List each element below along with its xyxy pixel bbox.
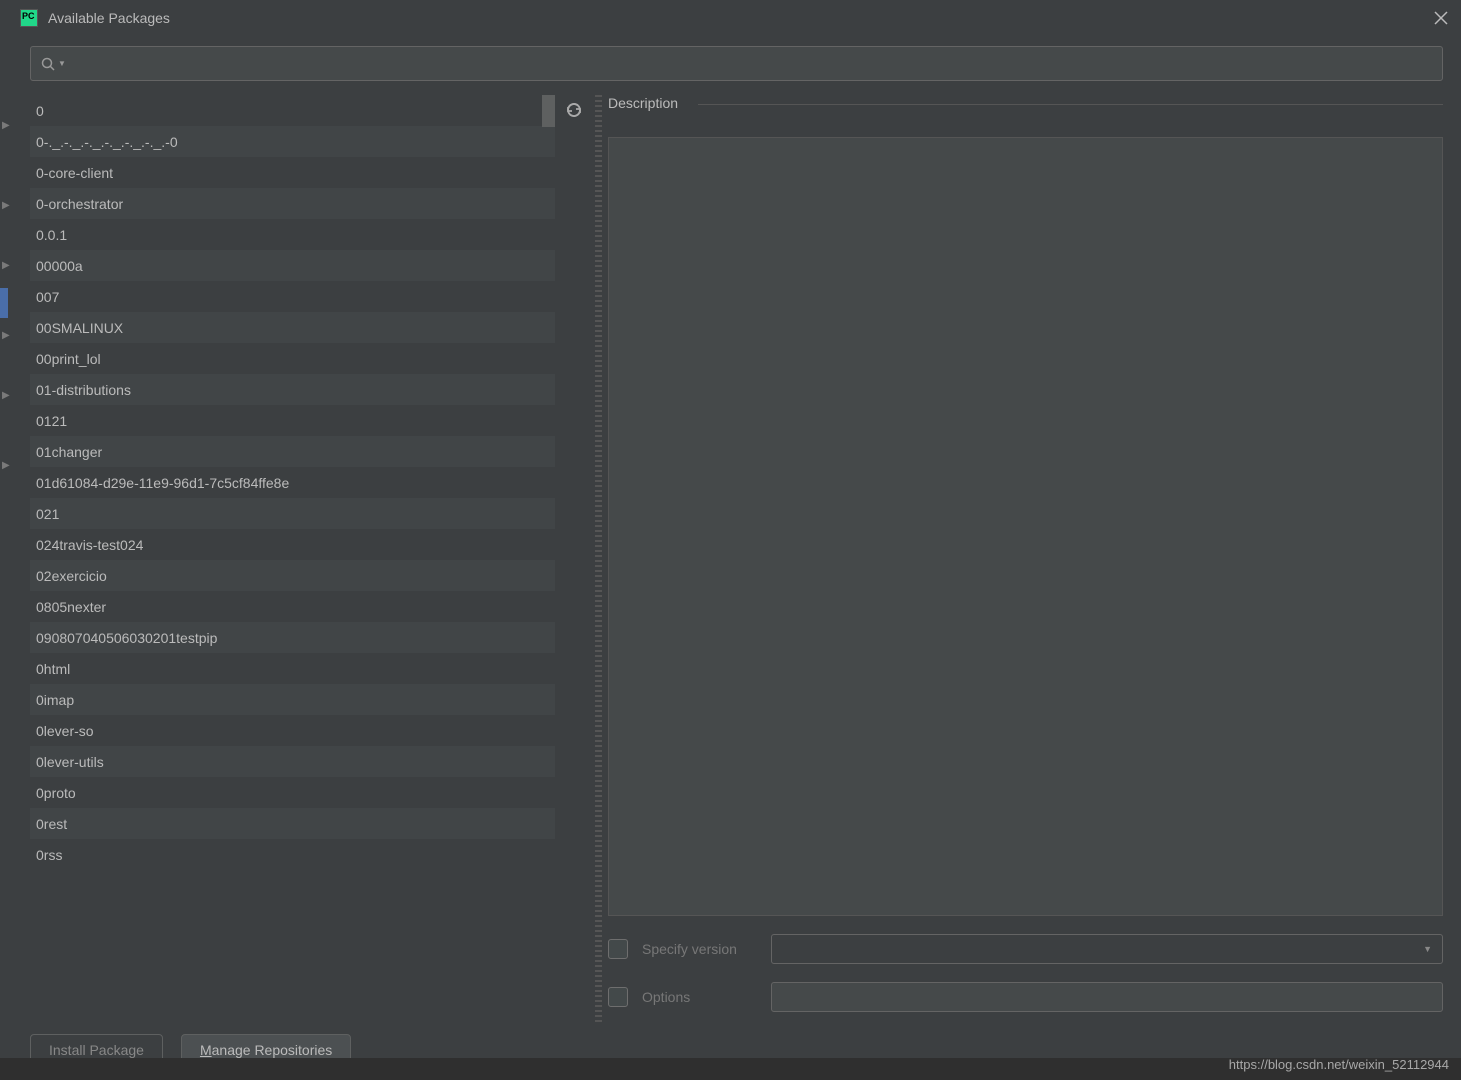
package-row[interactable]: 00SMALINUX — [30, 312, 555, 343]
options-input[interactable] — [771, 982, 1443, 1012]
close-button[interactable] — [1429, 6, 1453, 30]
description-label: Description — [608, 95, 683, 111]
refresh-button[interactable] — [565, 101, 585, 121]
package-row[interactable]: 00print_lol — [30, 343, 555, 374]
package-row[interactable]: 024travis-test024 — [30, 529, 555, 560]
package-row[interactable]: 0121 — [30, 405, 555, 436]
search-icon — [41, 57, 55, 71]
package-row[interactable]: 0html — [30, 653, 555, 684]
specify-version-checkbox[interactable] — [608, 939, 628, 959]
package-row[interactable]: 01changer — [30, 436, 555, 467]
install-options: Specify version ▼ Options — [608, 916, 1443, 1022]
package-row[interactable]: 01-distributions — [30, 374, 555, 405]
gutter-highlight — [0, 288, 8, 318]
chevron-down-icon: ▼ — [1423, 944, 1432, 954]
fold-arrow-icon: ▶ — [2, 260, 10, 271]
package-row[interactable]: 01d61084-d29e-11e9-96d1-7c5cf84ffe8e — [30, 467, 555, 498]
package-row[interactable]: 0-core-client — [30, 157, 555, 188]
fold-arrow-icon: ▶ — [2, 200, 10, 211]
options-label: Options — [642, 989, 757, 1005]
specify-version-label: Specify version — [642, 941, 757, 957]
fold-arrow-icon: ▶ — [2, 330, 10, 341]
fold-arrow-icon: ▶ — [2, 390, 10, 401]
install-package-label: Install Package — [49, 1042, 144, 1058]
package-row[interactable]: 0805nexter — [30, 591, 555, 622]
refresh-column — [555, 95, 595, 1022]
package-row[interactable]: 0-orchestrator — [30, 188, 555, 219]
fold-arrow-icon: ▶ — [2, 460, 10, 471]
search-row: ▼ — [12, 36, 1461, 85]
package-list-panel: 00-._.-._.-._.-._.-._.-._.-00-core-clien… — [30, 95, 555, 1022]
package-row[interactable]: 0rss — [30, 839, 555, 870]
ide-left-gutter: ▶ ▶ ▶ ▶ ▶ ▶ — [0, 0, 12, 1080]
scrollbar-thumb[interactable] — [542, 95, 555, 127]
package-row[interactable]: 0proto — [30, 777, 555, 808]
watermark: https://blog.csdn.net/weixin_52112944 — [1229, 1057, 1449, 1072]
version-combo[interactable]: ▼ — [771, 934, 1443, 964]
package-row[interactable]: 0rest — [30, 808, 555, 839]
chevron-down-icon[interactable]: ▼ — [58, 59, 66, 68]
details-panel: Description Specify version ▼ Options — [602, 95, 1443, 1022]
manage-repositories-label: Manage Repositories — [200, 1042, 332, 1058]
specify-version-row: Specify version ▼ — [608, 934, 1443, 964]
package-row[interactable]: 0.0.1 — [30, 219, 555, 250]
dialog-titlebar: Available Packages — [12, 0, 1461, 36]
package-row[interactable]: 0lever-so — [30, 715, 555, 746]
package-row[interactable]: 021 — [30, 498, 555, 529]
close-icon — [1434, 11, 1448, 25]
options-row: Options — [608, 982, 1443, 1012]
package-row[interactable]: 090807040506030201testpip — [30, 622, 555, 653]
refresh-icon — [565, 101, 583, 119]
dialog-title: Available Packages — [48, 10, 170, 26]
package-row[interactable]: 00000a — [30, 250, 555, 281]
options-checkbox[interactable] — [608, 987, 628, 1007]
pycharm-icon — [20, 9, 38, 27]
package-row[interactable]: 007 — [30, 281, 555, 312]
fold-arrow-icon: ▶ — [2, 120, 10, 131]
dialog-content: 00-._.-._.-._.-._.-._.-._.-00-core-clien… — [12, 85, 1461, 1022]
available-packages-dialog: Available Packages ▼ 00-._.-._.-._.-._.-… — [12, 0, 1461, 1080]
package-row[interactable]: 0-._.-._.-._.-._.-._.-._.-0 — [30, 126, 555, 157]
description-body — [608, 137, 1443, 916]
package-row[interactable]: 0 — [30, 95, 555, 126]
package-row[interactable]: 0imap — [30, 684, 555, 715]
package-row[interactable]: 0lever-utils — [30, 746, 555, 777]
package-row[interactable]: 02exercicio — [30, 560, 555, 591]
splitter[interactable] — [595, 95, 602, 1022]
search-input[interactable]: ▼ — [30, 46, 1443, 81]
description-section-header: Description — [608, 95, 1443, 113]
package-list[interactable]: 00-._.-._.-._.-._.-._.-._.-00-core-clien… — [30, 95, 555, 1022]
